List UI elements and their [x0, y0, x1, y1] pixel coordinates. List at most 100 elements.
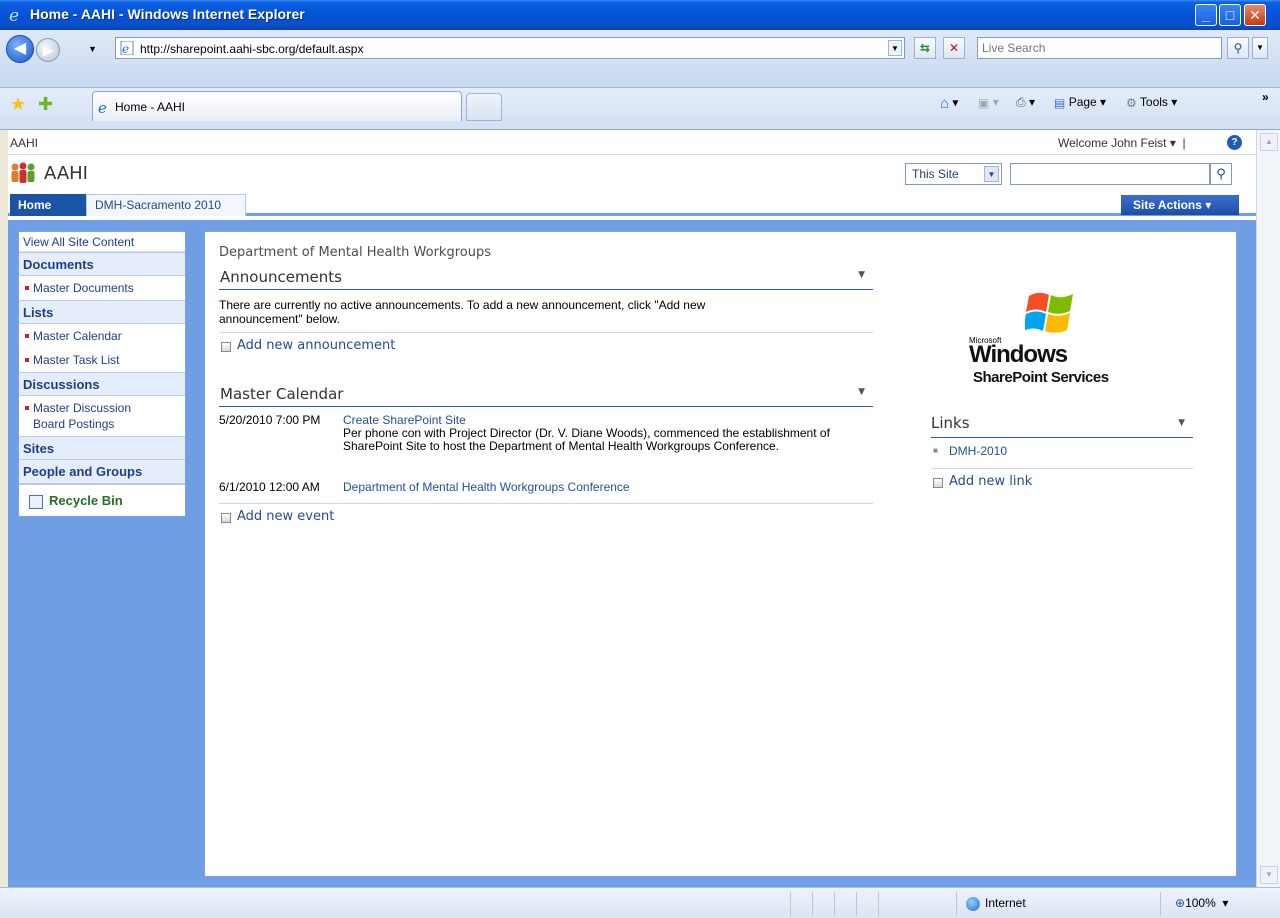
ql-sites-heading[interactable]: Sites: [19, 436, 185, 460]
site-search-go-icon[interactable]: ⚲: [1210, 163, 1232, 185]
view-all-content-link[interactable]: View All Site Content: [19, 232, 185, 252]
page-icon: e: [120, 41, 134, 55]
chevron-more-icon[interactable]: »: [1262, 90, 1269, 104]
print-button[interactable]: ⎙ ▾: [1016, 95, 1035, 110]
recycle-bin-label: Recycle Bin: [49, 493, 123, 508]
scroll-up-icon[interactable]: ▲: [1260, 133, 1278, 151]
announcements-title[interactable]: Announcements ▼: [219, 268, 873, 290]
page-menu[interactable]: ▤ Page ▾: [1054, 95, 1106, 110]
links-webpart: Links ▼ ■ DMH-2010 Add new link: [931, 414, 1193, 489]
zoom-control[interactable]: ⊕100% ▾: [1175, 896, 1228, 910]
top-nav: Home DMH-Sacramento 2010 Site Actions ▾: [8, 194, 1256, 216]
announcements-empty-text: There are currently no active announceme…: [219, 298, 706, 326]
address-toolbar: ◀ ▶ ▼ e http://sharepoint.aahi-sbc.org/d…: [0, 30, 1280, 88]
windows-flag-icon: [1025, 292, 1073, 333]
vertical-scrollbar[interactable]: ▲ ▼: [1256, 130, 1280, 887]
ql-master-task-list[interactable]: Master Task List: [19, 348, 185, 372]
live-search-input[interactable]: [978, 38, 1221, 58]
svg-text:e: e: [9, 6, 19, 24]
main-content: Department of Mental Health Workgroups A…: [204, 231, 1237, 877]
add-new-event-link[interactable]: Add new event: [219, 509, 873, 524]
tools-menu-label: Tools: [1139, 95, 1168, 109]
recycle-bin-link[interactable]: Recycle Bin: [19, 484, 185, 516]
add-new-link[interactable]: Add new link: [931, 474, 1193, 489]
ql-master-documents[interactable]: Master Documents: [19, 276, 185, 300]
page-menu-label: Page: [1068, 95, 1097, 109]
feeds-button[interactable]: ▣ ▾: [978, 95, 999, 110]
ql-documents-heading[interactable]: Documents: [19, 252, 185, 276]
people-logo-icon: [11, 162, 35, 183]
new-tab-button[interactable]: [466, 93, 502, 121]
add-new-announcement-link[interactable]: Add new announcement: [219, 338, 873, 353]
browser-window: e Home - AAHI - Windows Internet Explore…: [0, 0, 1280, 918]
add-favorite-icon[interactable]: ✚: [38, 94, 53, 115]
url-text: http://sharepoint.aahi-sbc.org/default.a…: [140, 42, 364, 56]
logo-sharepoint-text: SharePoint Services: [973, 369, 1109, 386]
welcome-text: Welcome John Feist: [1058, 136, 1167, 150]
minimize-button[interactable]: _: [1195, 4, 1217, 26]
tools-menu[interactable]: ⚙ Tools ▾: [1126, 95, 1177, 110]
event-description: Per phone con with Project Director (Dr.…: [343, 426, 830, 453]
refresh-button[interactable]: ⇆: [914, 37, 936, 59]
status-divider: [956, 892, 957, 916]
webpart-menu-icon[interactable]: ▼: [858, 270, 865, 280]
address-dropdown-icon[interactable]: ▼: [888, 40, 902, 56]
search-scope-value: This Site: [912, 167, 959, 181]
page-title: Department of Mental Health Workgroups: [219, 245, 491, 260]
tab-home[interactable]: Home: [10, 194, 86, 216]
stop-button[interactable]: ✕: [943, 37, 965, 59]
webpart-menu-icon[interactable]: ▼: [1178, 418, 1185, 428]
tab-toolbar: ★ ✚ e Home - AAHI ⌂ ▾ ▣ ▾ ⎙ ▾ ▤ Page ▾ ⚙…: [0, 88, 1280, 130]
security-zone[interactable]: Internet: [966, 896, 1026, 911]
welcome-menu[interactable]: Welcome John Feist ▾ |: [1058, 136, 1186, 150]
svg-text:e: e: [122, 42, 129, 55]
ql-master-calendar[interactable]: Master Calendar: [19, 324, 185, 348]
status-divider: [1160, 892, 1161, 916]
search-options-icon[interactable]: ▼: [1252, 37, 1268, 59]
help-icon[interactable]: ?: [1227, 135, 1242, 150]
calendar-title[interactable]: Master Calendar ▼: [219, 385, 873, 407]
status-divider: [834, 892, 835, 916]
status-divider: [878, 892, 879, 916]
event-title-link[interactable]: Department of Mental Health Workgroups C…: [343, 480, 630, 494]
header-divider: [8, 154, 1256, 155]
breadcrumb[interactable]: AAHI: [10, 136, 38, 150]
site-name[interactable]: AAHI: [44, 163, 88, 184]
back-button[interactable]: ◀: [6, 35, 34, 63]
browser-tab[interactable]: e Home - AAHI: [92, 91, 462, 121]
status-divider: [856, 892, 857, 916]
forward-button[interactable]: ▶: [36, 38, 60, 62]
links-title[interactable]: Links ▼: [931, 414, 1193, 438]
ql-lists-heading[interactable]: Lists: [19, 300, 185, 324]
favorites-star-icon[interactable]: ★: [10, 94, 26, 115]
scroll-down-icon[interactable]: ▼: [1260, 866, 1278, 884]
webpart-menu-icon[interactable]: ▼: [858, 387, 865, 397]
history-dropdown-icon[interactable]: ▼: [88, 44, 97, 54]
address-bar[interactable]: e http://sharepoint.aahi-sbc.org/default…: [115, 37, 905, 59]
close-button[interactable]: ✕: [1244, 4, 1266, 26]
zoom-level: 100%: [1185, 896, 1216, 910]
tab-dmh-sacramento[interactable]: DMH-Sacramento 2010: [86, 194, 246, 216]
gear-icon: ⚙: [1126, 95, 1137, 110]
ql-people-groups-heading[interactable]: People and Groups: [19, 460, 185, 484]
bullet-icon: ■: [933, 446, 938, 455]
feeds-icon: ▣: [978, 95, 990, 110]
event-title-link[interactable]: Create SharePoint Site: [343, 413, 466, 427]
home-button[interactable]: ⌂ ▾: [940, 95, 958, 112]
link-item[interactable]: DMH-2010: [949, 444, 1007, 458]
live-search-box[interactable]: [977, 37, 1222, 59]
search-scope-select[interactable]: This Site ▼: [905, 163, 1002, 185]
ql-discussions-heading[interactable]: Discussions: [19, 372, 185, 396]
status-divider: [812, 892, 813, 916]
status-bar: Internet ⊕100% ▾: [0, 887, 1280, 918]
calendar-webpart: Master Calendar ▼ 5/20/2010 7:00 PM Creat…: [219, 385, 873, 524]
search-icon[interactable]: ⚲: [1227, 37, 1249, 59]
site-search-input[interactable]: [1010, 163, 1210, 185]
recycle-bin-icon: [29, 494, 43, 509]
event-date: 5/20/2010 7:00 PM: [219, 413, 321, 427]
site-actions-menu[interactable]: Site Actions ▾: [1121, 195, 1239, 215]
maximize-button[interactable]: □: [1219, 4, 1241, 26]
scope-dropdown-icon[interactable]: ▼: [984, 166, 999, 182]
sharepoint-header: AAHI Welcome John Feist ▾ | ? AAHI This …: [8, 130, 1256, 220]
ql-master-discussion[interactable]: Master Discussion Board Postings: [19, 396, 159, 436]
